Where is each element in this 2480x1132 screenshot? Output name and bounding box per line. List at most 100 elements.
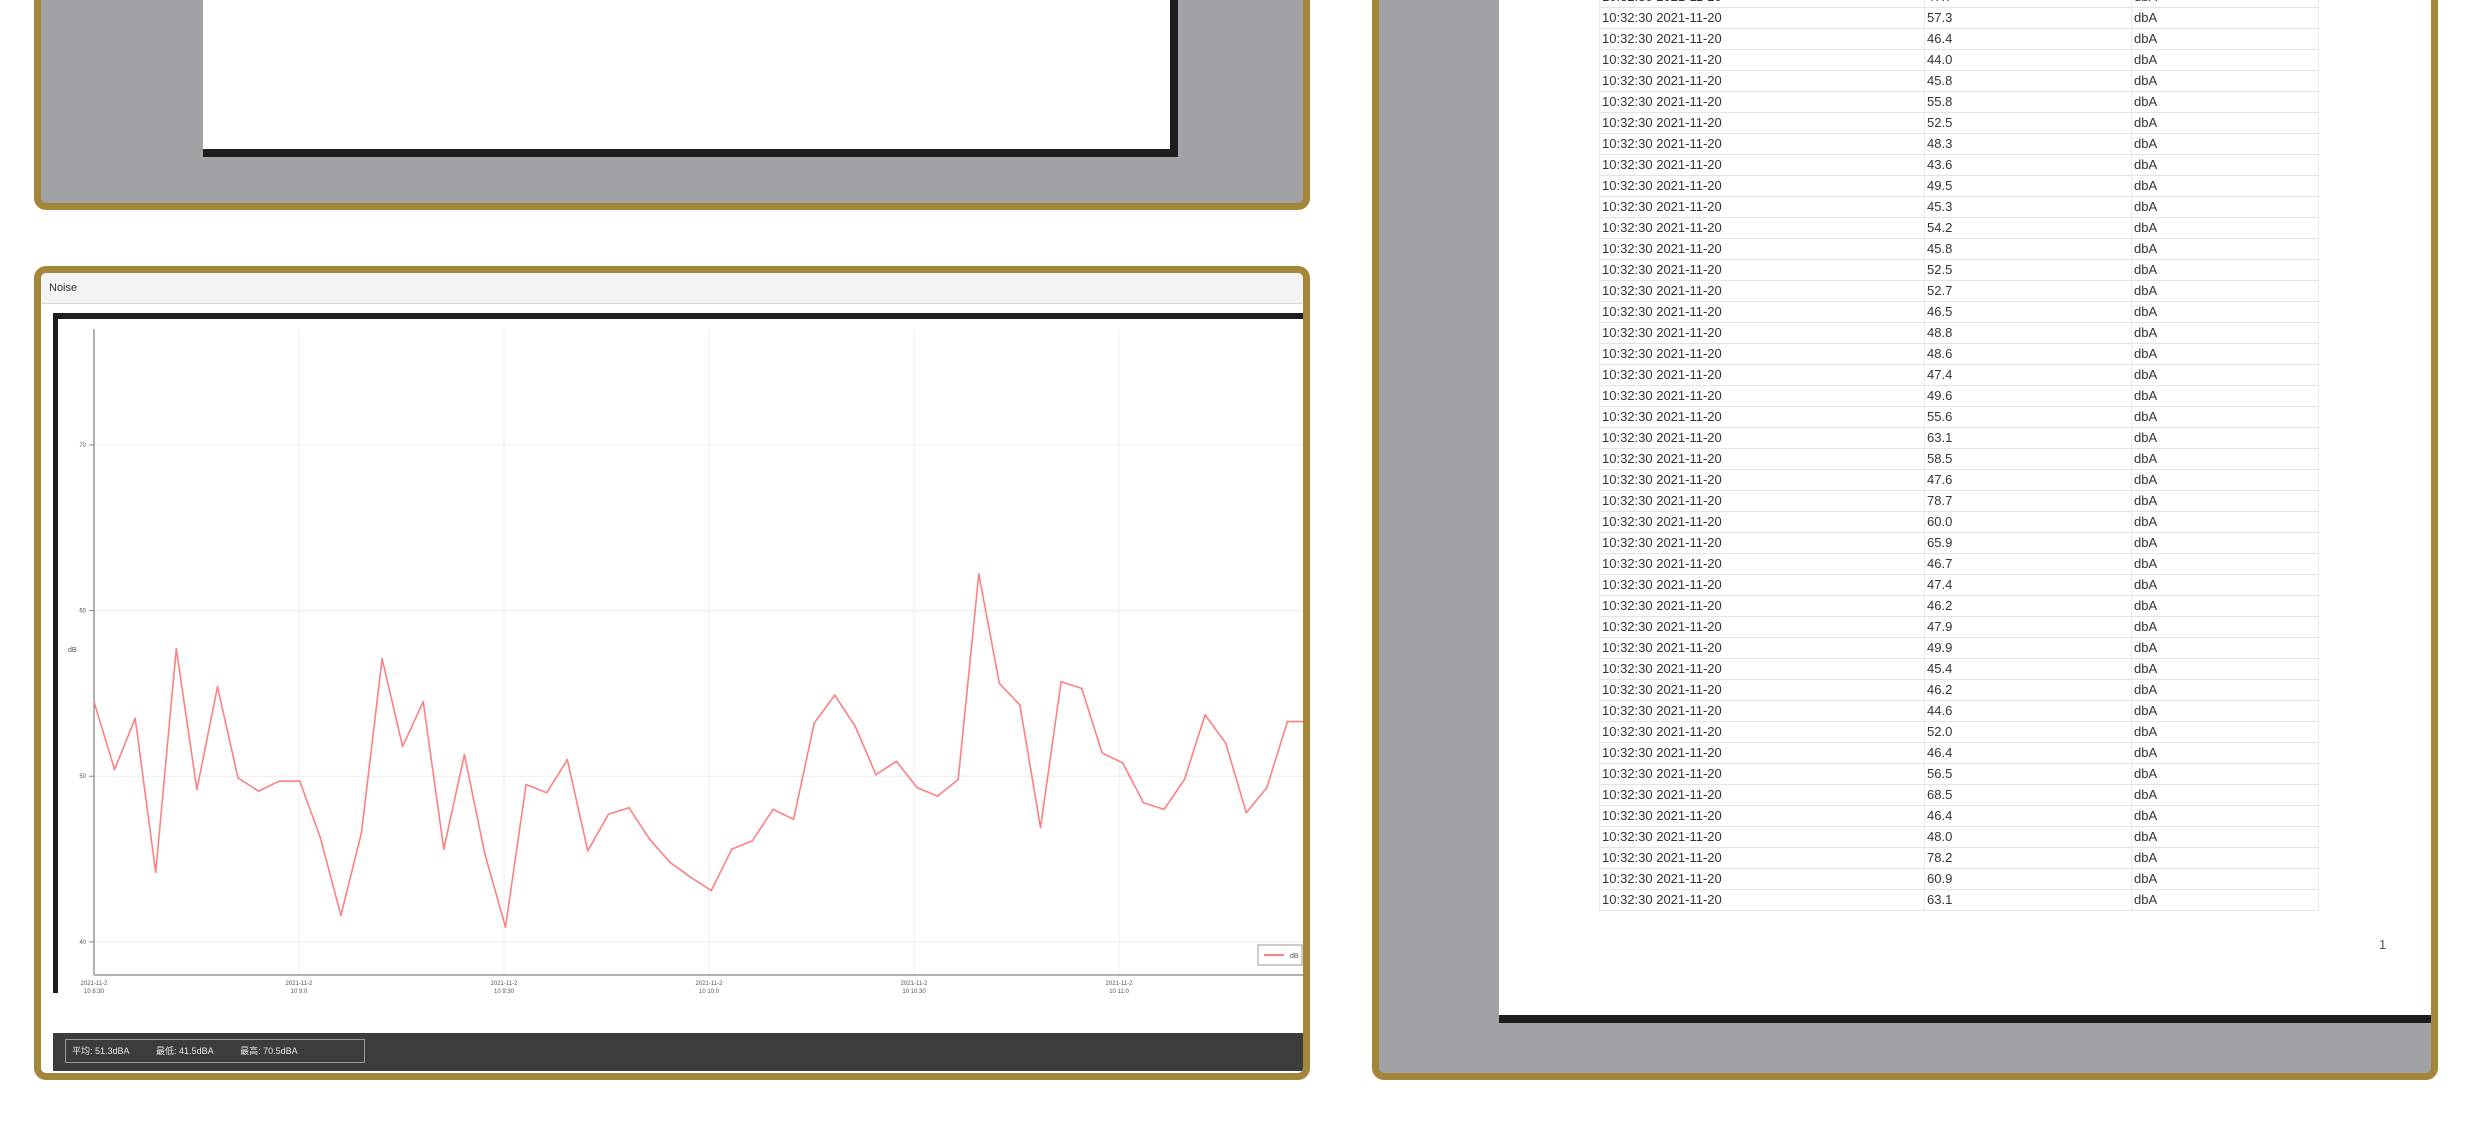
y-tick-label: 70 (79, 443, 86, 449)
value-cell: 44.6 (1924, 700, 2132, 722)
unit-cell: dbA (2131, 0, 2319, 8)
data-point (792, 818, 795, 821)
noise-chart-panel: Noise 2021-11-2 10 8:30 2021-11-2 10 9:0 202… (34, 266, 1310, 1080)
value-cell: 49.5 (1924, 175, 2132, 197)
data-point (237, 776, 239, 779)
value-cell: 78.7 (1924, 490, 2132, 512)
table-row: 10:32:30 2021-11-20 43.6 dbA (1599, 154, 2319, 176)
unit-cell: dbA (2131, 847, 2319, 869)
data-point (1060, 680, 1062, 683)
unit-cell: dbA (2131, 679, 2319, 701)
stat-average: 平均: 51.3dBA (72, 1046, 130, 1056)
table-row: 10:32:30 2021-11-20 78.2 dbA (1599, 847, 2319, 869)
unit-cell: dbA (2131, 805, 2319, 827)
value-cell: 60.0 (1924, 511, 2132, 533)
time-cell: 10:32:30 2021-11-20 (1599, 133, 1925, 155)
unit-cell: dbA (2131, 112, 2319, 134)
data-point (134, 717, 137, 720)
unit-cell: dbA (2131, 217, 2319, 239)
data-point (154, 871, 157, 874)
time-cell: 10:32:30 2021-11-20 (1599, 154, 1925, 176)
unit-cell: dbA (2131, 448, 2319, 470)
data-point (1307, 721, 1309, 723)
value-cell: 57.3 (1924, 7, 2132, 29)
noise-series-line (93, 573, 1303, 928)
unit-cell: dbA (2131, 658, 2319, 680)
value-cell: 48.6 (1924, 343, 2132, 365)
time-cell: 10:32:30 2021-11-20 (1599, 385, 1925, 407)
table-row: 10:32:30 2021-11-20 46.4 dbA (1599, 742, 2319, 764)
value-cell: 46.2 (1924, 679, 2132, 701)
value-cell: 54.2 (1924, 217, 2132, 239)
data-point (1101, 752, 1104, 754)
data-point (895, 760, 898, 763)
table-row: 10:32:30 2021-11-20 60.9 dbA (1599, 868, 2319, 890)
data-point (669, 861, 672, 864)
table-row: 10:32:30 2021-11-20 46.4 dbA (1599, 28, 2319, 50)
value-cell: 47.4 (1924, 364, 2132, 386)
data-point (319, 836, 322, 839)
data-point (545, 791, 548, 794)
time-cell: 10:32:30 2021-11-20 (1599, 721, 1925, 743)
data-point (298, 780, 301, 783)
time-cell: 10:32:30 2021-11-20 (1599, 847, 1925, 869)
time-cell: 10:32:30 2021-11-20 (1599, 616, 1925, 638)
time-cell: 10:32:30 2021-11-20 (1599, 217, 1925, 239)
table-row: 10:32:30 2021-11-20 55.8 dbA (1599, 91, 2319, 113)
unit-cell: dbA (2131, 280, 2319, 302)
table-row: 10:32:30 2021-11-20 78.7 dbA (1599, 490, 2319, 512)
time-cell: 10:32:30 2021-11-20 (1599, 574, 1925, 596)
x-tick-label: 10 9:0 (291, 989, 308, 993)
unit-cell: dbA (2131, 133, 2319, 155)
data-point (854, 725, 857, 728)
table-row: 10:32:30 2021-11-20 49.6 dbA (1599, 385, 2319, 407)
x-tick-label: 10 8:30 (84, 989, 105, 993)
table-row: 10:32:30 2021-11-20 46.4 dbA (1599, 805, 2319, 827)
value-cell: 65.9 (1924, 532, 2132, 554)
unit-cell: dbA (2131, 196, 2319, 218)
unit-cell: dbA (2131, 889, 2319, 911)
data-point (648, 838, 651, 841)
y-axis-unit-label: dB (68, 647, 77, 654)
value-cell: 48.8 (1924, 322, 2132, 344)
table-row: 10:32:30 2021-11-20 55.6 dbA (1599, 406, 2319, 428)
table-row: 10:32:30 2021-11-20 48.8 dbA (1599, 322, 2319, 344)
unit-cell: dbA (2131, 637, 2319, 659)
data-point (998, 682, 1001, 685)
x-tick-label: 2021-11-2 (1106, 981, 1134, 987)
unit-cell: dbA (2131, 49, 2319, 71)
time-cell: 10:32:30 2021-11-20 (1599, 742, 1925, 764)
table-row: 10:32:30 2021-11-20 52.7 dbA (1599, 280, 2319, 302)
time-cell: 10:32:30 2021-11-20 (1599, 595, 1925, 617)
x-tick-label: 10 9:30 (494, 989, 515, 993)
value-cell: 45.4 (1924, 658, 2132, 680)
unit-cell: dbA (2131, 742, 2319, 764)
data-point (195, 788, 198, 791)
legend-label: dB (1290, 953, 1299, 960)
time-cell: 10:32:30 2021-11-20 (1599, 343, 1925, 365)
table-row: 10:32:30 2021-11-20 47.4 dbA (1599, 364, 2319, 386)
data-point (1019, 704, 1021, 706)
data-point (730, 848, 733, 851)
table-row: 10:32:30 2021-11-20 45.3 dbA (1599, 196, 2319, 218)
value-cell: 46.4 (1924, 742, 2132, 764)
table-row: 10:32:30 2021-11-20 46.2 dbA (1599, 595, 2319, 617)
data-point (463, 753, 466, 756)
y-tick-label: 40 (79, 940, 86, 946)
unit-cell: dbA (2131, 721, 2319, 743)
unit-cell: dbA (2131, 826, 2319, 848)
table-row: 10:32:30 2021-11-20 63.1 dbA (1599, 427, 2319, 449)
unit-cell: dbA (2131, 385, 2319, 407)
unit-cell: dbA (2131, 322, 2319, 344)
table-row: 10:32:30 2021-11-20 46.5 dbA (1599, 301, 2319, 323)
data-point (1245, 811, 1248, 814)
data-point (1039, 826, 1042, 829)
table-row: 10:32:30 2021-11-2047.7dbA (1599, 0, 2319, 8)
time-cell: 10:32:30 2021-11-20 (1599, 427, 1925, 449)
unit-cell: dbA (2131, 154, 2319, 176)
data-point (710, 889, 713, 892)
stat-minimum: 最低: 41.5dBA (156, 1046, 214, 1056)
data-point (1163, 808, 1165, 811)
data-point (874, 773, 877, 776)
value-cell: 52.7 (1924, 280, 2132, 302)
